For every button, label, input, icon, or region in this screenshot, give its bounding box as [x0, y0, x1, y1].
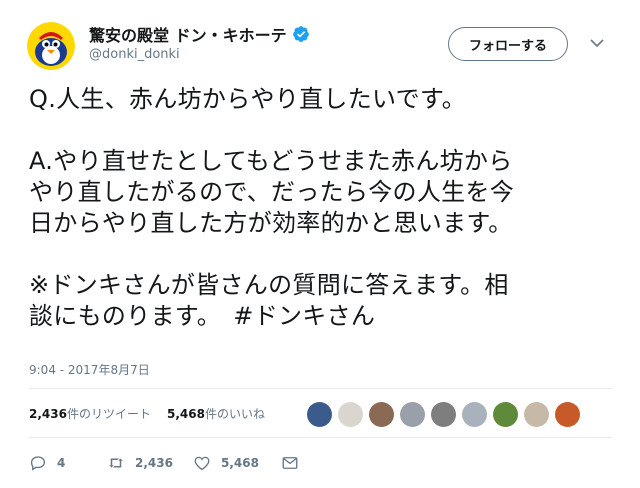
- liker-avatars: [307, 402, 586, 427]
- account-handle[interactable]: @donki_donki: [89, 47, 180, 62]
- tweet-line: Q.人生、赤ん坊からやり直したいです。: [29, 85, 467, 113]
- like-button[interactable]: 5,468: [193, 454, 281, 472]
- tweet-line: 日からやり直した方が効率的かと思います。: [29, 209, 513, 237]
- tweet-actions: 4 2,436 5,468: [29, 454, 309, 472]
- tweet-line: やり直したがるので、だったら今の人生を今: [29, 178, 515, 206]
- liker-avatar[interactable]: [307, 402, 332, 427]
- follow-button[interactable]: フォローする: [448, 27, 568, 61]
- display-name[interactable]: 驚安の殿堂 ドン・キホーテ: [89, 22, 287, 46]
- profile-avatar[interactable]: [27, 22, 75, 70]
- donpen-logo-icon: [27, 22, 75, 70]
- like-count: 5,468: [221, 456, 259, 470]
- chevron-down-icon[interactable]: [590, 38, 604, 48]
- tweet-text: Q.人生、赤ん坊からやり直したいです。 A.やり直せたとしてもどうせまた赤ん坊か…: [29, 84, 619, 332]
- reply-icon: [30, 456, 46, 471]
- verified-badge-icon: [292, 26, 309, 42]
- liker-avatar[interactable]: [400, 402, 425, 427]
- divider: [29, 388, 612, 389]
- reply-button[interactable]: 4: [29, 454, 107, 472]
- retweet-stat-label: 件のリツイート: [66, 407, 151, 421]
- retweet-button[interactable]: 2,436: [107, 454, 193, 472]
- liker-avatar[interactable]: [524, 402, 549, 427]
- message-icon: [282, 457, 298, 469]
- divider: [29, 437, 612, 438]
- tweet-line-with-hashtag: 談にものります。 #ドンキさん: [29, 302, 376, 330]
- retweet-icon: [109, 458, 123, 468]
- liker-avatar[interactable]: [462, 402, 487, 427]
- liker-avatar[interactable]: [431, 402, 456, 427]
- retweet-stat-count: 2,436: [29, 407, 67, 421]
- liker-avatar[interactable]: [369, 402, 394, 427]
- account-name-row[interactable]: 驚安の殿堂 ドン・キホーテ: [89, 22, 310, 46]
- tweet-timestamp[interactable]: 9:04 - 2017年8月7日: [29, 361, 150, 378]
- liker-avatar[interactable]: [338, 402, 363, 427]
- liker-avatar[interactable]: [493, 402, 518, 427]
- like-stat-count: 5,468: [166, 407, 205, 421]
- like-stat[interactable]: 5,468件のいいね: [167, 405, 265, 422]
- liker-avatar[interactable]: [555, 402, 580, 427]
- tweet-line: ※ドンキさんが皆さんの質問に答えます。相: [29, 271, 509, 299]
- retweet-stat[interactable]: 2,436件のリツイート: [29, 405, 151, 422]
- tweet-line: A.やり直せたとしてもどうせまた赤ん坊から: [29, 147, 513, 175]
- reply-count: 4: [57, 456, 66, 470]
- like-stat-label: 件のいいね: [204, 407, 265, 421]
- retweet-count: 2,436: [135, 456, 173, 470]
- like-icon: [194, 456, 210, 471]
- direct-message-button[interactable]: [281, 454, 309, 472]
- tweet-stats: 2,436件のリツイート 5,468件のいいね: [29, 405, 265, 422]
